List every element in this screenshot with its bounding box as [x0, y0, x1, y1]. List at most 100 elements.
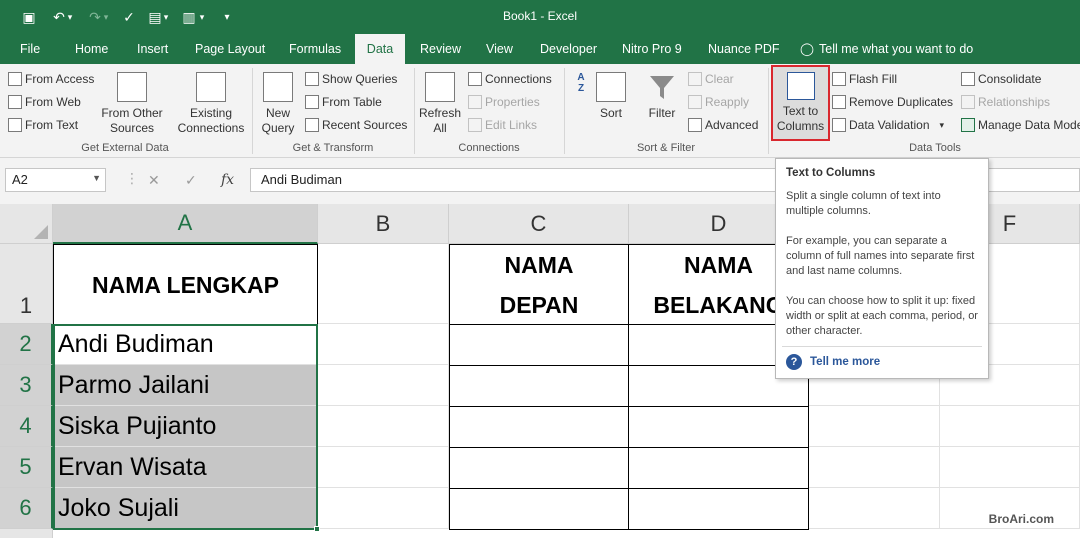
consolidate-button[interactable]: Consolidate	[961, 72, 1041, 86]
cell-b6[interactable]	[318, 488, 449, 529]
tell-me-label: Tell me what you want to do	[819, 42, 974, 56]
cell-c6[interactable]	[449, 488, 629, 530]
column-header-c[interactable]: C	[449, 204, 629, 244]
cancel-icon[interactable]: ✕	[148, 172, 160, 189]
tab-developer[interactable]: Developer	[530, 34, 607, 64]
cell-c1[interactable]: NAMA DEPAN	[449, 244, 629, 325]
group-connections: Connections	[458, 142, 520, 154]
enter-icon[interactable]: ✓	[185, 172, 197, 189]
from-text-button[interactable]: From Text	[8, 118, 78, 132]
cell-a3[interactable]: Parmo Jailani	[53, 365, 318, 406]
select-all-button[interactable]	[0, 204, 53, 244]
help-question-icon: ?	[786, 354, 802, 370]
cell-d4[interactable]	[628, 406, 809, 448]
cell-e6[interactable]	[809, 488, 940, 529]
group-data-tools: Data Tools	[909, 142, 961, 154]
tell-me-more-link[interactable]: ? Tell me more	[786, 354, 880, 370]
row-header-4[interactable]: 4	[0, 406, 53, 447]
cell-c1-line1: NAMA	[504, 251, 574, 278]
column-header-b[interactable]: B	[318, 204, 449, 244]
tab-review[interactable]: Review	[410, 34, 471, 64]
flash-fill-button[interactable]: Flash Fill	[832, 72, 897, 86]
dropdown-arrow-icon[interactable]: ▾	[940, 120, 945, 131]
advanced-button[interactable]: Advanced	[688, 118, 758, 132]
filter-label: Filter	[648, 106, 676, 120]
cell-b3[interactable]	[318, 365, 449, 406]
ribbon-tabs: File Home Insert Page Layout Formulas Da…	[0, 34, 1080, 64]
remove-duplicates-button[interactable]: Remove Duplicates	[832, 95, 953, 109]
fill-handle[interactable]	[314, 526, 320, 532]
row-header-6[interactable]: 6	[0, 488, 53, 529]
refresh-label-1: Refresh	[418, 106, 462, 120]
tab-nitro-pro[interactable]: Nitro Pro 9	[612, 34, 692, 64]
cell-b4[interactable]	[318, 406, 449, 447]
ribbon-separator	[768, 68, 769, 154]
group-get-transform: Get & Transform	[292, 142, 374, 154]
new-query-button[interactable]: New Query	[256, 72, 300, 136]
tooltip-divider	[782, 346, 982, 347]
cell-c5[interactable]	[449, 447, 629, 489]
connections-button[interactable]: Connections	[468, 72, 552, 86]
filter-button[interactable]: Filter	[643, 72, 681, 121]
tab-view[interactable]: View	[476, 34, 523, 64]
tab-home[interactable]: Home	[65, 34, 118, 64]
cell-a5[interactable]: Ervan Wisata	[53, 447, 318, 488]
cell-a6[interactable]: Joko Sujali	[53, 488, 318, 529]
edit-links-label: Edit Links	[485, 118, 538, 132]
existing-connections-button[interactable]: Existing Connections	[174, 72, 248, 136]
row-header-7[interactable]	[0, 529, 53, 538]
cell-b5[interactable]	[318, 447, 449, 488]
column-header-a[interactable]: A	[53, 204, 318, 244]
insert-function-icon[interactable]: fx	[221, 172, 234, 188]
sort-button[interactable]: Sort	[594, 72, 628, 121]
cell-a1[interactable]: NAMA LENGKAP	[53, 244, 318, 325]
cell-d6[interactable]	[628, 488, 809, 530]
tab-insert[interactable]: Insert	[127, 34, 178, 64]
show-queries-button[interactable]: Show Queries	[305, 72, 397, 86]
text-to-columns-button[interactable]: Text to Columns	[771, 72, 830, 134]
name-box[interactable]: A2 ▼	[5, 168, 106, 192]
tab-formulas[interactable]: Formulas	[279, 34, 351, 64]
manage-data-model-button[interactable]: Manage Data Model	[961, 118, 1080, 132]
cell-c3[interactable]	[449, 365, 629, 407]
cell-a4[interactable]: Siska Pujianto	[53, 406, 318, 447]
cell-a2[interactable]: Andi Budiman	[53, 324, 318, 365]
text-file-icon	[8, 118, 22, 132]
recent-sources-label: Recent Sources	[322, 118, 408, 132]
cell-c2[interactable]	[449, 324, 629, 366]
row-header-5[interactable]: 5	[0, 447, 53, 488]
cell-b2[interactable]	[318, 324, 449, 365]
edit-links-button: Edit Links	[468, 118, 537, 132]
connections-icon	[468, 72, 482, 86]
recent-sources-button[interactable]: Recent Sources	[305, 118, 407, 132]
cell-c4[interactable]	[449, 406, 629, 448]
data-validation-button[interactable]: Data Validation ▾	[832, 118, 944, 132]
tab-page-layout[interactable]: Page Layout	[185, 34, 275, 64]
row-header-3[interactable]: 3	[0, 365, 53, 406]
sort-az-button[interactable]: AZ	[568, 72, 594, 94]
tab-data[interactable]: Data	[355, 34, 405, 64]
from-web-button[interactable]: From Web	[8, 95, 81, 109]
cell-f4[interactable]	[940, 406, 1080, 447]
from-access-button[interactable]: From Access	[8, 72, 94, 86]
from-other-sources-button[interactable]: From Other Sources	[100, 72, 164, 136]
chevron-down-icon[interactable]: ▼	[92, 173, 101, 183]
group-get-external-data: Get External Data	[81, 142, 169, 154]
from-table-button[interactable]: From Table	[305, 95, 382, 109]
cell-e4[interactable]	[809, 406, 940, 447]
cell-e5[interactable]	[809, 447, 940, 488]
cell-d5[interactable]	[628, 447, 809, 489]
cell-f5[interactable]	[940, 447, 1080, 488]
row-header-2[interactable]: 2	[0, 324, 53, 365]
tab-nuance-pdf[interactable]: Nuance PDF	[698, 34, 790, 64]
consolidate-icon	[961, 72, 975, 86]
row-header-1[interactable]: 1	[0, 244, 53, 324]
consolidate-label: Consolidate	[978, 72, 1042, 86]
tell-me-search[interactable]: ◯ Tell me what you want to do	[800, 34, 973, 64]
refresh-all-button[interactable]: Refresh All	[418, 72, 462, 136]
cell-c1-line2: DEPAN	[499, 291, 579, 318]
text-to-columns-icon	[786, 72, 815, 100]
tab-file[interactable]: File	[10, 34, 50, 64]
from-access-label: From Access	[25, 72, 95, 86]
cell-b1[interactable]	[318, 244, 449, 324]
